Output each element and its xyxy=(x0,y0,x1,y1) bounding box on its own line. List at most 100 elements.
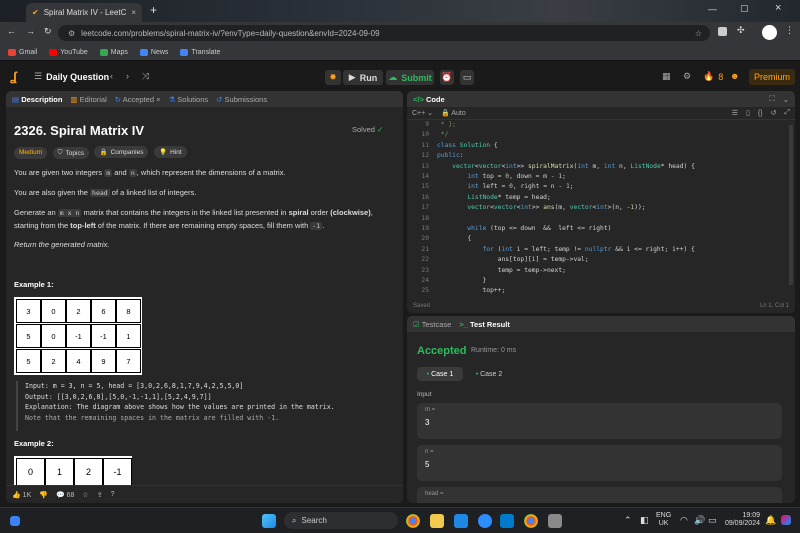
settings-gear-icon[interactable]: ⚙ xyxy=(683,71,691,82)
bookmark-icon[interactable]: ▯ xyxy=(746,109,750,117)
code-line[interactable]: int left = 0, right = n - 1; xyxy=(437,183,573,190)
bookmark-news[interactable]: News xyxy=(139,48,168,56)
avatar-icon[interactable]: ☻ xyxy=(730,71,739,81)
code-line[interactable]: vector<vector<int>> spiralMatrix(int m, … xyxy=(437,163,695,170)
case-2-button[interactable]: • Case 2 xyxy=(469,367,509,381)
tab-description[interactable]: ▤ Description xyxy=(12,95,62,104)
code-line[interactable]: { xyxy=(437,235,471,242)
chrome-taskbar-icon[interactable] xyxy=(406,514,420,528)
tab-solutions[interactable]: ⚗ Solutions xyxy=(168,95,208,104)
tab-accepted[interactable]: ↻ Accepted × xyxy=(115,95,161,104)
dislike-icon[interactable]: 👎 xyxy=(39,491,48,499)
file-explorer-icon[interactable] xyxy=(430,514,444,528)
forward-icon[interactable]: → xyxy=(26,26,35,36)
notes-icon[interactable]: ▭ xyxy=(460,70,474,85)
menu-kebab-icon[interactable]: ⋮ xyxy=(785,25,794,36)
debug-icon[interactable]: ✸ xyxy=(325,70,341,85)
chrome-active-icon[interactable] xyxy=(524,514,538,528)
tab-editorial[interactable]: ▥ Editorial xyxy=(70,95,106,104)
clock[interactable]: 19:09 09/09/2024 xyxy=(722,512,760,528)
next-problem-icon[interactable]: › xyxy=(126,71,129,81)
share-icon[interactable]: ⇪ xyxy=(97,491,103,499)
tab-submissions[interactable]: ↺ Submissions xyxy=(216,95,267,104)
window-close-icon[interactable]: × xyxy=(775,2,781,14)
language-indicator[interactable]: ENG UK xyxy=(656,512,671,528)
leetcode-logo-icon[interactable]: ʆ xyxy=(10,69,17,84)
submit-button[interactable]: ☁ Submit xyxy=(386,70,434,85)
site-info-icon[interactable]: ⚙ xyxy=(68,29,75,38)
favorite-star-icon[interactable]: ☆ xyxy=(82,491,88,499)
tray-chevron-icon[interactable]: ⌃ xyxy=(624,515,632,526)
premium-button[interactable]: Premium xyxy=(749,69,795,85)
new-tab-plus-icon[interactable]: + xyxy=(150,3,157,17)
puzzle-icon[interactable]: ✣ xyxy=(737,25,745,36)
zoom-icon[interactable] xyxy=(478,514,492,528)
extension-icon[interactable] xyxy=(718,27,727,36)
bookmark-gmail[interactable]: Gmail xyxy=(8,48,37,56)
bookmark-star-icon[interactable]: ☆ xyxy=(695,29,702,38)
code-tab[interactable]: </> Code xyxy=(413,95,445,104)
hint-tag[interactable]: 💡 Hint xyxy=(153,146,187,158)
problem-title[interactable]: 2326. Spiral Matrix IV xyxy=(14,123,144,138)
streak-counter[interactable]: 🔥 8 xyxy=(703,71,723,82)
code-line[interactable]: vector<vector<int>> ans(m, vector<int>(n… xyxy=(437,204,645,211)
close-icon[interactable]: × xyxy=(131,8,136,17)
code-line[interactable]: class Solution { xyxy=(437,142,498,149)
battery-icon[interactable]: ▭ xyxy=(708,515,717,526)
tray-app-icon[interactable]: ◧ xyxy=(640,515,649,526)
run-button[interactable]: ▶ Run xyxy=(343,70,383,85)
timer-icon[interactable]: ⏰ xyxy=(440,70,454,85)
widgets-icon[interactable] xyxy=(10,516,20,526)
editor-scrollbar[interactable] xyxy=(789,125,793,285)
prev-problem-icon[interactable]: ‹ xyxy=(110,71,113,81)
back-icon[interactable]: ← xyxy=(7,26,16,36)
app-icon[interactable] xyxy=(548,514,562,528)
tab-test-result[interactable]: >_ Test Result xyxy=(459,320,510,329)
topics-tag[interactable]: ⛉ Topics xyxy=(52,147,89,159)
code-line[interactable]: temp = temp->next; xyxy=(437,267,566,274)
like-button[interactable]: 👍 1K xyxy=(12,491,31,499)
vscode-icon[interactable] xyxy=(500,514,514,528)
mail-icon[interactable] xyxy=(454,514,468,528)
bookmark-translate[interactable]: Translate xyxy=(180,48,220,56)
taskbar-search[interactable]: ⌕ Search xyxy=(284,512,398,529)
expand-icon[interactable]: ⛶ xyxy=(769,94,774,104)
code-line[interactable]: while (top <= down && left <= right) xyxy=(437,225,611,232)
code-line[interactable]: top++; xyxy=(437,287,505,294)
minimize-icon[interactable]: — xyxy=(708,4,717,14)
windows-start-icon[interactable] xyxy=(262,514,276,528)
collapse-chevron-icon[interactable]: ⌄ xyxy=(783,95,789,104)
code-line[interactable]: ListNode* temp = head; xyxy=(437,194,550,201)
wifi-icon[interactable]: ◠ xyxy=(680,515,688,526)
braces-icon[interactable]: {} xyxy=(758,110,763,117)
fullscreen-icon[interactable]: ⤢ xyxy=(784,109,790,117)
code-line[interactable]: public: xyxy=(437,152,464,159)
code-line[interactable]: for (int i = left; temp != nullptr && i … xyxy=(437,246,695,253)
code-line[interactable]: */ xyxy=(437,131,449,138)
volume-icon[interactable]: 🔊 xyxy=(694,515,705,526)
problem-list-button[interactable]: ☰ Daily Question xyxy=(34,71,109,82)
bookmark-maps[interactable]: Maps xyxy=(99,48,128,56)
code-line[interactable]: int top = 0, down = m - 1; xyxy=(437,173,566,180)
companies-tag[interactable]: 🔒 Companies xyxy=(94,146,149,158)
reset-icon[interactable]: ↺ xyxy=(771,109,777,117)
tab-testcase[interactable]: ☑ Testcase xyxy=(413,320,451,329)
comments-button[interactable]: 💬 68 xyxy=(56,491,74,499)
address-bar[interactable]: ⚙ leetcode.com/problems/spiral-matrix-iv… xyxy=(58,25,710,41)
shuffle-icon[interactable]: ⤨ xyxy=(142,71,149,82)
language-select[interactable]: C++ ⌄ xyxy=(412,109,433,117)
auto-mode[interactable]: 🔒 Auto xyxy=(441,109,466,117)
copilot-icon[interactable] xyxy=(781,515,791,525)
help-icon[interactable]: ? xyxy=(111,491,115,498)
profile-avatar[interactable] xyxy=(762,25,777,40)
code-line[interactable]: * }; xyxy=(437,121,456,128)
code-line[interactable]: ans[top][i] = temp->val; xyxy=(437,256,589,263)
bookmark-youtube[interactable]: YouTube xyxy=(49,48,88,56)
layout-icon[interactable]: ▦ xyxy=(662,71,671,82)
case-1-button[interactable]: • Case 1 xyxy=(417,367,463,381)
reload-icon[interactable]: ↻ xyxy=(44,26,52,37)
notification-bell-icon[interactable]: 🔔 xyxy=(765,515,776,526)
maximize-icon[interactable]: ▢ xyxy=(740,3,749,14)
browser-tab[interactable]: ✔ Spiral Matrix IV - LeetCode × xyxy=(26,3,142,22)
code-line[interactable]: } xyxy=(437,277,486,284)
